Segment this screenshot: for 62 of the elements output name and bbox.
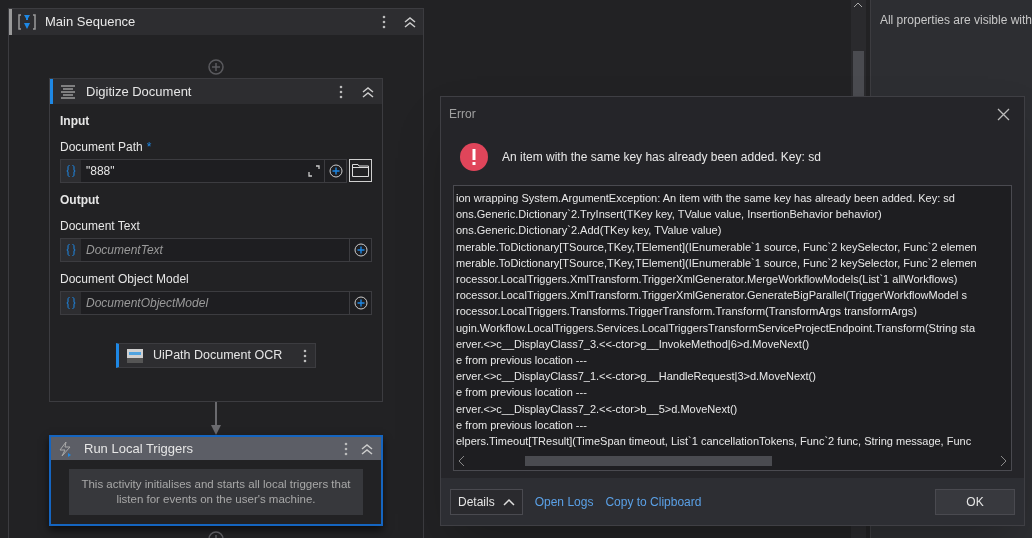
ok-button[interactable]: OK [935,488,1015,515]
braces-icon [66,165,76,177]
close-icon [996,107,1010,121]
browse-button[interactable] [349,159,372,182]
activity-description: This activity initialises and starts all local triggers that listen for events on the user's machine. [69,469,363,515]
stack-trace-line: merable.ToDictionary[TSource,TKey,TElement](IEnumerable`1 source, Func`2 keySelector, Func`2 elemen [456,239,977,255]
activity-title: Run Local Triggers [84,439,194,458]
expression-field[interactable]: "888" [60,159,347,183]
error-icon [460,143,488,171]
field-label: Document Object Model [60,271,190,288]
scroll-left-icon[interactable] [458,455,466,467]
stack-trace-line: ion wrapping System.ArgumentException: An item with the same key has already been added. Key: sd [456,191,955,206]
stack-trace-line: ons.Generic.Dictionary`2.TryInsert(TKey key, TValue value, InsertionBehavior behavior) [456,207,882,223]
activity-card[interactable]: Run Local Triggers This activity initialises and starts all local triggers that listen for events on the user's machine. [49,435,383,526]
expand-icon[interactable] [308,165,320,177]
dialog-title: Error [449,106,476,123]
stack-trace-line: e from previous location --- [456,353,587,369]
activity-title: Digitize Document [86,82,192,101]
collapse-icon[interactable] [360,442,374,455]
stack-trace-line: erver.<>c__DisplayClass7_1.<<-ctor>g__HandleRequest|3>d.MoveNext() [456,369,816,385]
folder-icon [352,164,369,177]
stack-trace-line: ugin.Workflow.LocalTriggers.Services.LocalTriggersTransformServiceProjectEndpoint.Transform(String sta [456,320,976,336]
stack-trace-line: rocessor.LocalTriggers.XmlTransform.TriggerXmlGenerator.MergeWorkflowModels(List`1 allWorkflows) [456,272,958,287]
stack-trace-line: merable.ToDictionary[TSource,TKey,TElement](IEnumerable`1 source, Func`2 keySelector, Func`2 elemen [456,255,977,271]
stack-trace-line: elpers.Timeout[TResult](TimeSpan timeout, List`1 cancellationTokens, Func`2 func, String message, Func [456,434,972,450]
scanner-icon [127,348,143,363]
stack-trace-line: rocessor.LocalTriggers.Transforms.TriggerTransform.Transform(TransformArgs transformArgs) [456,304,917,320]
collapse-icon[interactable] [403,16,417,28]
expression-field[interactable]: DocumentObjectModel [60,291,372,315]
stack-trace-line: ons.Generic.Dictionary`2.Add(TKey key, TValue value) [456,223,722,239]
field-label: Document Path * [60,139,153,156]
link[interactable]: Open Logs [534,492,594,511]
sequence-title: Main Sequence [45,13,136,32]
link[interactable]: Copy to Clipboard [605,492,702,511]
braces-icon [66,244,76,256]
scroll-right-icon[interactable] [999,455,1007,467]
document-lines-icon [60,84,76,99]
section-heading: Output [60,192,101,209]
scrollbar-thumb[interactable] [525,456,772,466]
close-button[interactable] [996,107,1010,121]
more-icon[interactable] [344,440,348,457]
details-button[interactable]: Details [450,488,523,515]
stack-trace-line: e from previous location --- [456,417,587,433]
stack-trace-line: rocessor.LocalTriggers.XmlTransform.TriggerXmlGenerator.GenerateBigParallel(TriggerWorkflowModel s [456,288,968,304]
more-icon[interactable] [382,14,386,30]
collapse-icon[interactable] [361,85,375,98]
lightning-icon [58,440,72,457]
sequence-icon [18,14,36,30]
field-label: Document Text [60,218,141,235]
ocr-activity[interactable]: UiPath Document OCR [116,343,316,368]
stack-trace-line: erver.<>c__DisplayClass7_3.<<-ctor>g__InvokeMethod|6>d.MoveNext() [456,336,810,352]
section-heading: Input [60,113,91,130]
more-icon[interactable] [303,347,307,364]
stack-trace-line: e from previous location --- [456,385,587,401]
stack-trace-line: erver.<>c__DisplayClass7_2.<<-ctor>b__5>d.MoveNext() [456,401,738,417]
expression-field[interactable]: DocumentText [60,238,372,262]
scroll-up-icon[interactable] [853,2,864,8]
more-icon[interactable] [339,83,343,100]
connector-arrow [211,402,221,435]
properties-hint: All properties are visible with [879,13,1032,27]
braces-icon [66,297,76,309]
error-message: An item with the same key has already been added. Key: sd [502,149,821,166]
